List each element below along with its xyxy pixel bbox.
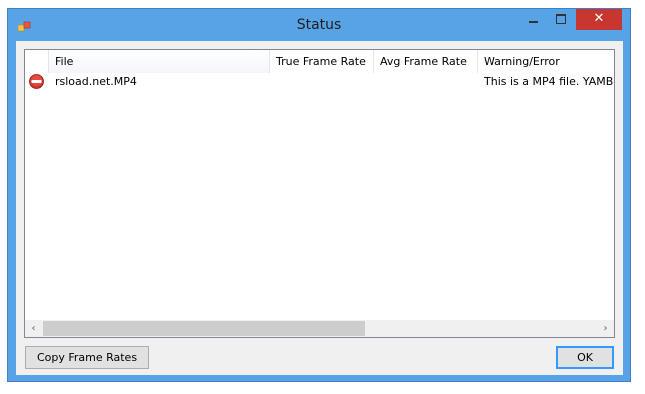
minimize-icon (529, 21, 538, 23)
scroll-thumb[interactable] (43, 321, 365, 336)
status-list[interactable]: File True Frame Rate Avg Frame Rate Warn… (24, 49, 615, 338)
title-bar[interactable]: Status ✕ (8, 9, 630, 41)
ok-button[interactable]: OK (556, 346, 614, 369)
close-button[interactable]: ✕ (576, 9, 622, 30)
close-icon: ✕ (593, 11, 605, 26)
list-header: File True Frame Rate Avg Frame Rate Warn… (25, 50, 614, 73)
error-stop-icon (29, 74, 44, 89)
minimize-button[interactable] (520, 9, 546, 30)
status-window: Status ✕ File True Frame Rate Avg Frame … (7, 8, 631, 382)
scroll-left-icon[interactable]: ‹ (25, 320, 42, 337)
column-header-true-frame-rate[interactable]: True Frame Rate (270, 50, 374, 73)
maximize-icon (556, 14, 566, 24)
warning-cell: This is a MP4 file. YAMB or M (484, 75, 614, 88)
copy-frame-rates-button[interactable]: Copy Frame Rates (25, 346, 149, 369)
maximize-button[interactable] (548, 9, 574, 30)
horizontal-scrollbar[interactable]: ‹ › (25, 320, 614, 337)
file-cell: rsload.net.MP4 (55, 75, 137, 88)
scroll-right-icon[interactable]: › (597, 320, 614, 337)
client-area: File True Frame Rate Avg Frame Rate Warn… (16, 41, 623, 375)
column-header-warning-error[interactable]: Warning/Error (478, 50, 614, 73)
list-row[interactable]: rsload.net.MP4 This is a MP4 file. YAMB … (25, 74, 614, 91)
column-header-avg-frame-rate[interactable]: Avg Frame Rate (374, 50, 478, 73)
column-header-icon[interactable] (25, 50, 49, 73)
column-header-file[interactable]: File (49, 50, 270, 73)
